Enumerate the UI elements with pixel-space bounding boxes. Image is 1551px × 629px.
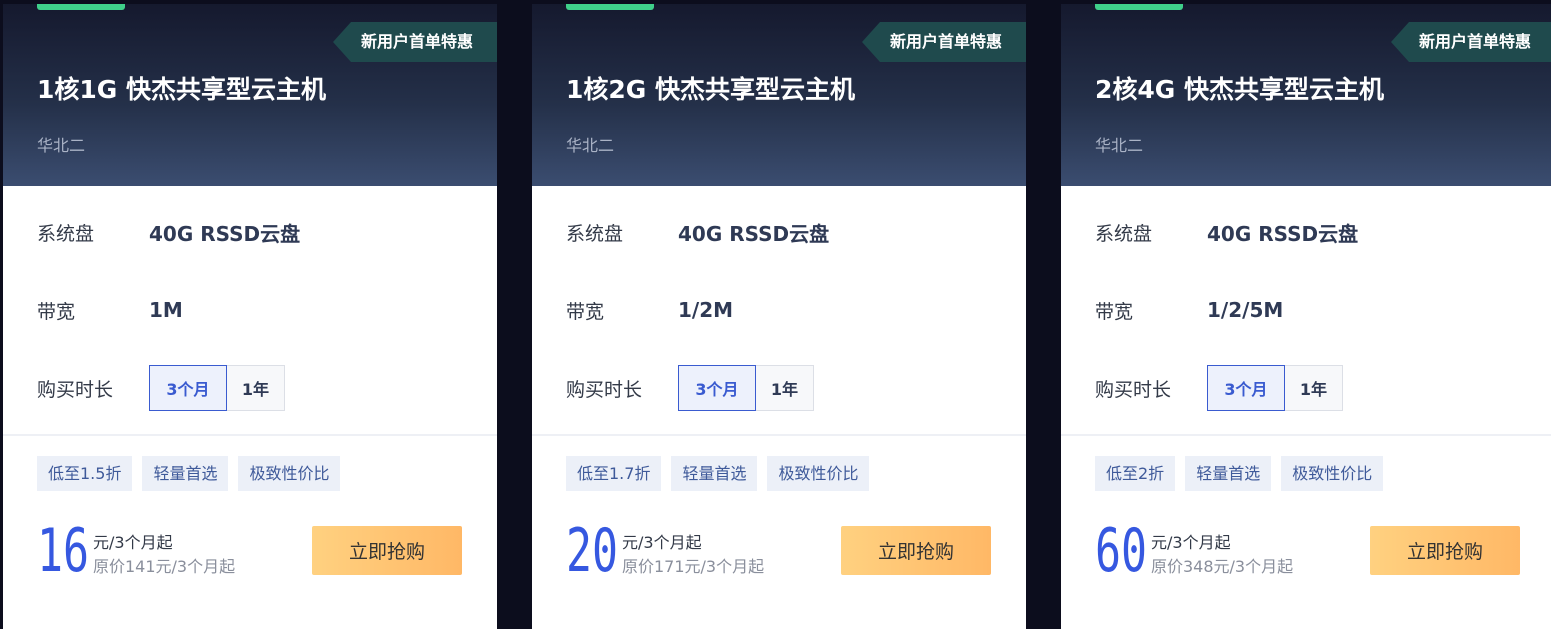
divider [532,434,1026,436]
duration-selector[interactable]: 3个月 1年 [149,365,285,411]
duration-option-3-months[interactable]: 3个月 [149,365,227,411]
spec-row-disk: 系统盘 40G RSSD云盘 [37,212,300,252]
spec-value: 1/2/5M [1207,298,1284,322]
plan-title: 1核1G 快杰共享型云主机 [37,75,327,104]
spec-label: 带宽 [1095,300,1134,323]
price-unit: 元/3个月起 [622,533,702,552]
product-card: 新用户首单特惠 1核2G 快杰共享型云主机 华北二 系统盘 40G RSSD云盘… [532,4,1026,629]
spec-row-bandwidth: 带宽 1M [37,290,183,330]
feature-tags: 低至1.5折 轻量首选 极致性价比 [37,456,341,491]
promo-tag: 新用户首单特惠 [333,22,497,62]
spec-value: 40G RSSD云盘 [1207,221,1359,246]
product-card: 新用户首单特惠 1核1G 快杰共享型云主机 华北二 系统盘 40G RSSD云盘… [3,4,497,629]
duration-option-1-year[interactable]: 1年 [756,365,814,411]
region-label: 华北二 [1095,136,1144,155]
price-unit: 元/3个月起 [1151,533,1231,552]
duration-option-1-year[interactable]: 1年 [1285,365,1343,411]
duration-label: 购买时长 [566,378,643,401]
spec-row-disk: 系统盘 40G RSSD云盘 [566,212,829,252]
spec-label: 系统盘 [566,222,624,245]
price-value: 20 [566,516,619,586]
spec-label: 系统盘 [37,222,95,245]
feature-tag: 低至1.7折 [566,456,662,491]
price-value: 60 [1095,516,1148,586]
spec-value: 1M [149,298,183,322]
spec-label: 带宽 [37,300,76,323]
divider [1061,434,1551,436]
spec-row-bandwidth: 带宽 1/2M [566,290,733,330]
promo-tag: 新用户首单特惠 [1391,22,1551,62]
spec-value: 40G RSSD云盘 [149,221,301,246]
region-label: 华北二 [566,136,615,155]
duration-option-3-months[interactable]: 3个月 [678,365,756,411]
feature-tag: 低至1.5折 [37,456,133,491]
duration-row: 购买时长 3个月 1年 [1095,365,1343,411]
feature-tags: 低至1.7折 轻量首选 极致性价比 [566,456,870,491]
original-price: 原价141元/3个月起 [93,557,236,576]
spec-row-bandwidth: 带宽 1/2/5M [1095,290,1283,330]
product-card: 新用户首单特惠 2核4G 快杰共享型云主机 华北二 系统盘 40G RSSD云盘… [1061,4,1551,629]
spec-value: 1/2M [678,298,734,322]
region-label: 华北二 [37,136,86,155]
price-unit: 元/3个月起 [93,533,173,552]
card-header: 新用户首单特惠 2核4G 快杰共享型云主机 华北二 [1061,4,1551,186]
duration-row: 购买时长 3个月 1年 [566,365,814,411]
spec-label: 系统盘 [1095,222,1153,245]
original-price: 原价171元/3个月起 [622,557,765,576]
plan-title: 2核4G 快杰共享型云主机 [1095,75,1385,104]
buy-now-button[interactable]: 立即抢购 [1370,526,1520,575]
spec-value: 40G RSSD云盘 [678,221,830,246]
spec-row-disk: 系统盘 40G RSSD云盘 [1095,212,1358,252]
feature-tag: 轻量首选 [671,456,758,491]
feature-tag: 极致性价比 [767,456,870,491]
promo-tag: 新用户首单特惠 [862,22,1026,62]
divider [3,434,497,436]
feature-tag: 低至2折 [1095,456,1176,491]
duration-option-3-months[interactable]: 3个月 [1207,365,1285,411]
original-price: 原价348元/3个月起 [1151,557,1294,576]
accent-bar [37,4,125,10]
feature-tag: 轻量首选 [142,456,229,491]
buy-now-button[interactable]: 立即抢购 [841,526,991,575]
feature-tags: 低至2折 轻量首选 极致性价比 [1095,456,1384,491]
feature-tag: 轻量首选 [1185,456,1272,491]
buy-now-button[interactable]: 立即抢购 [312,526,462,575]
card-header: 新用户首单特惠 1核1G 快杰共享型云主机 华北二 [3,4,497,186]
plan-title: 1核2G 快杰共享型云主机 [566,75,856,104]
accent-bar [1095,4,1183,10]
spec-label: 带宽 [566,300,605,323]
accent-bar [566,4,654,10]
feature-tag: 极致性价比 [238,456,341,491]
card-header: 新用户首单特惠 1核2G 快杰共享型云主机 华北二 [532,4,1026,186]
duration-option-1-year[interactable]: 1年 [227,365,285,411]
product-card-list: 新用户首单特惠 1核1G 快杰共享型云主机 华北二 系统盘 40G RSSD云盘… [0,0,1551,629]
feature-tag: 极致性价比 [1281,456,1384,491]
duration-label: 购买时长 [1095,378,1172,401]
duration-selector[interactable]: 3个月 1年 [1207,365,1343,411]
price-value: 16 [37,516,90,586]
duration-row: 购买时长 3个月 1年 [37,365,285,411]
duration-label: 购买时长 [37,378,114,401]
duration-selector[interactable]: 3个月 1年 [678,365,814,411]
